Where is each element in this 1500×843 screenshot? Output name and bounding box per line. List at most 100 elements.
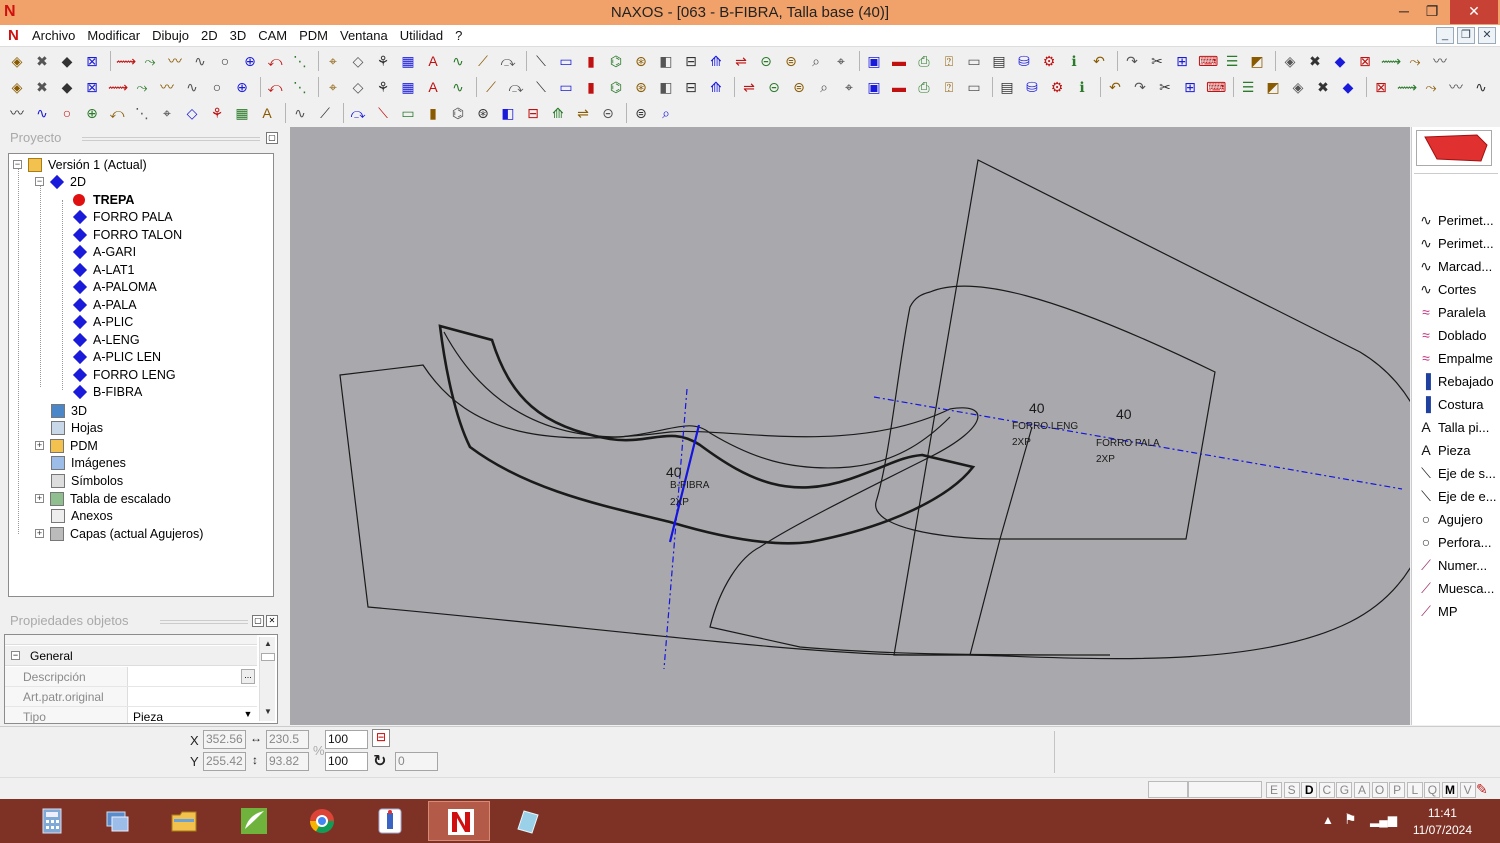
palette-item-11[interactable]: A Pieza xyxy=(1416,440,1470,460)
tree-item-piece-a-paloma[interactable]: A-PALOMA xyxy=(72,279,157,296)
draw-tool-12-icon[interactable]: ⋱ xyxy=(291,78,309,96)
menu-dibujo[interactable]: Dibujo xyxy=(152,28,189,43)
tree-item-hojas[interactable]: Hojas xyxy=(51,420,103,437)
modify-tool-23-icon[interactable]: ⇌ xyxy=(574,104,592,122)
modify-tool-6-icon[interactable]: ⋱ xyxy=(133,104,151,122)
main-tool-38-icon[interactable]: ▭ xyxy=(965,52,983,70)
mdi-close-button[interactable]: ✕ xyxy=(1478,27,1496,44)
draw-tool-39-icon[interactable]: ▤ xyxy=(998,78,1016,96)
modify-tool-1-icon[interactable]: 〰 xyxy=(8,104,26,122)
modify-tool-7-icon[interactable]: ⌖ xyxy=(158,104,176,122)
menu-cam[interactable]: CAM xyxy=(258,28,287,43)
main-tool-54-icon[interactable]: ⟿ xyxy=(1381,52,1401,70)
draw-tool-51-icon[interactable]: ✖ xyxy=(1314,78,1332,96)
main-tool-40-icon[interactable]: ⛁ xyxy=(1015,52,1033,70)
property-group-general[interactable]: − General xyxy=(5,646,257,666)
status-toggle-d[interactable]: D xyxy=(1301,782,1318,798)
status-toggle-a[interactable]: A xyxy=(1354,782,1370,798)
draw-tool-6-icon[interactable]: ⤳ xyxy=(133,78,151,96)
taskbar-file-explorer[interactable] xyxy=(152,801,214,841)
draw-tool-38-icon[interactable]: ▭ xyxy=(965,78,983,96)
main-tool-13-icon[interactable]: ⌖ xyxy=(324,52,342,70)
menu-pdm[interactable]: PDM xyxy=(299,28,328,43)
draw-tool-28-icon[interactable]: ⟰ xyxy=(707,78,725,96)
draw-tool-7-icon[interactable]: 〰 xyxy=(158,78,176,96)
property-value-descripcion[interactable]: ... xyxy=(127,667,257,686)
main-tool-51-icon[interactable]: ✖ xyxy=(1306,52,1324,70)
draw-tool-18-icon[interactable]: ∿ xyxy=(449,78,467,96)
height-field[interactable]: 93.82 xyxy=(266,752,309,771)
close-button[interactable]: ✕ xyxy=(1450,0,1498,24)
main-tool-33-icon[interactable]: ⌖ xyxy=(832,52,850,70)
collapse-icon[interactable]: − xyxy=(13,160,22,169)
panel-grip[interactable] xyxy=(82,137,260,141)
main-tool-46-icon[interactable]: ⊞ xyxy=(1173,52,1191,70)
scale-x-field[interactable]: 100 xyxy=(325,730,368,749)
draw-tool-20-icon[interactable]: ⤼ xyxy=(507,78,525,96)
main-tool-48-icon[interactable]: ☰ xyxy=(1223,52,1241,70)
scroll-up-icon[interactable]: ▲ xyxy=(262,639,274,651)
draw-tool-53-icon[interactable]: ⊠ xyxy=(1372,78,1390,96)
width-field[interactable]: 230.5 xyxy=(266,730,309,749)
draw-tool-27-icon[interactable]: ⊟ xyxy=(682,78,700,96)
main-tool-20-icon[interactable]: ⤼ xyxy=(499,52,517,70)
draw-tool-2-icon[interactable]: ✖ xyxy=(33,78,51,96)
palette-item-1[interactable]: ∿ Perimet... xyxy=(1416,210,1494,230)
main-tool-35-icon[interactable]: ▬ xyxy=(890,52,908,70)
main-tool-2-icon[interactable]: ✖ xyxy=(33,52,51,70)
modify-tool-16-icon[interactable]: ▭ xyxy=(399,104,417,122)
draw-tool-14-icon[interactable]: ◇ xyxy=(349,78,367,96)
property-value-tipo[interactable]: Pieza ▼ xyxy=(127,707,257,723)
draw-tool-56-icon[interactable]: 〰 xyxy=(1447,78,1465,96)
tray-expand-icon[interactable]: ▲ xyxy=(1322,813,1334,827)
tree-item-anexos[interactable]: Anexos xyxy=(51,508,113,525)
panel-pin-icon[interactable]: ▢ xyxy=(266,132,278,144)
taskbar-explorer-2[interactable] xyxy=(86,801,148,841)
main-tool-4-icon[interactable]: ⊠ xyxy=(83,52,101,70)
tree-item-s-mbolos[interactable]: Símbolos xyxy=(51,472,123,489)
tree-item-piece-a-gari[interactable]: A-GARI xyxy=(72,244,136,261)
draw-tool-1-icon[interactable]: ◈ xyxy=(8,78,26,96)
draw-tool-40-icon[interactable]: ⛁ xyxy=(1023,78,1041,96)
modify-tool-25-icon[interactable]: ⊜ xyxy=(632,104,650,122)
modify-tool-3-icon[interactable]: ○ xyxy=(58,104,76,122)
main-tool-56-icon[interactable]: 〰 xyxy=(1431,52,1449,70)
status-toggle-c[interactable]: C xyxy=(1318,782,1335,798)
tree-item-tabla-de-escalado[interactable]: + Tabla de escalado xyxy=(35,490,171,507)
main-tool-49-icon[interactable]: ◩ xyxy=(1248,52,1266,70)
mdi-restore-button[interactable]: ❐ xyxy=(1457,27,1475,44)
draw-tool-36-icon[interactable]: ⎙ xyxy=(915,78,933,96)
tree-item-piece-forro-talon[interactable]: FORRO TALON xyxy=(72,226,182,243)
modify-tool-9-icon[interactable]: ⚘ xyxy=(208,104,226,122)
draw-tool-47-icon[interactable]: ⌨ xyxy=(1206,78,1226,96)
property-row-tipo[interactable]: Tipo Pieza ▼ xyxy=(5,707,257,723)
status-toggle-p[interactable]: P xyxy=(1389,782,1406,798)
drawing-canvas[interactable]: 40 B-FIBRA 2XP 40 FORRO LENG 2XP 40 FORR… xyxy=(290,127,1410,725)
status-toggle-o[interactable]: O xyxy=(1371,782,1388,798)
main-tool-11-icon[interactable]: ⤺ xyxy=(266,52,284,70)
flag-icon[interactable]: ⚑ xyxy=(1344,811,1357,828)
menu-3d[interactable]: 3D xyxy=(230,28,247,43)
draw-tool-35-icon[interactable]: ▬ xyxy=(890,78,908,96)
draw-tool-48-icon[interactable]: ☰ xyxy=(1239,78,1257,96)
modify-tool-18-icon[interactable]: ⌬ xyxy=(449,104,467,122)
menu-modificar[interactable]: Modificar xyxy=(87,28,140,43)
property-row-art-patr-original[interactable]: Art.patr.original xyxy=(5,687,257,707)
modify-tool-14-icon[interactable]: ⤼ xyxy=(349,104,367,122)
palette-item-4[interactable]: ∿ Cortes xyxy=(1416,279,1476,299)
palette-item-7[interactable]: ≈ Empalme xyxy=(1416,348,1493,368)
palette-item-18[interactable]: ⟋ MP xyxy=(1416,601,1457,621)
main-tool-31-icon[interactable]: ⊜ xyxy=(782,52,800,70)
menu-archivo[interactable]: Archivo xyxy=(32,28,75,43)
tree-item-piece-forro-pala[interactable]: FORRO PALA xyxy=(72,209,173,226)
draw-tool-8-icon[interactable]: ∿ xyxy=(183,78,201,96)
main-tool-34-icon[interactable]: ▣ xyxy=(865,52,883,70)
signal-icon[interactable]: ▂▄▆ xyxy=(1370,813,1397,827)
main-tool-22-icon[interactable]: ▭ xyxy=(557,52,575,70)
main-tool-30-icon[interactable]: ⊝ xyxy=(757,52,775,70)
expand-icon[interactable]: + xyxy=(35,529,44,539)
draw-tool-52-icon[interactable]: ◆ xyxy=(1339,78,1357,96)
piece-thumbnail[interactable] xyxy=(1416,130,1492,166)
properties-scrollbar[interactable]: ▲ ▼ xyxy=(259,637,275,721)
main-tool-32-icon[interactable]: ⌕ xyxy=(807,52,825,70)
